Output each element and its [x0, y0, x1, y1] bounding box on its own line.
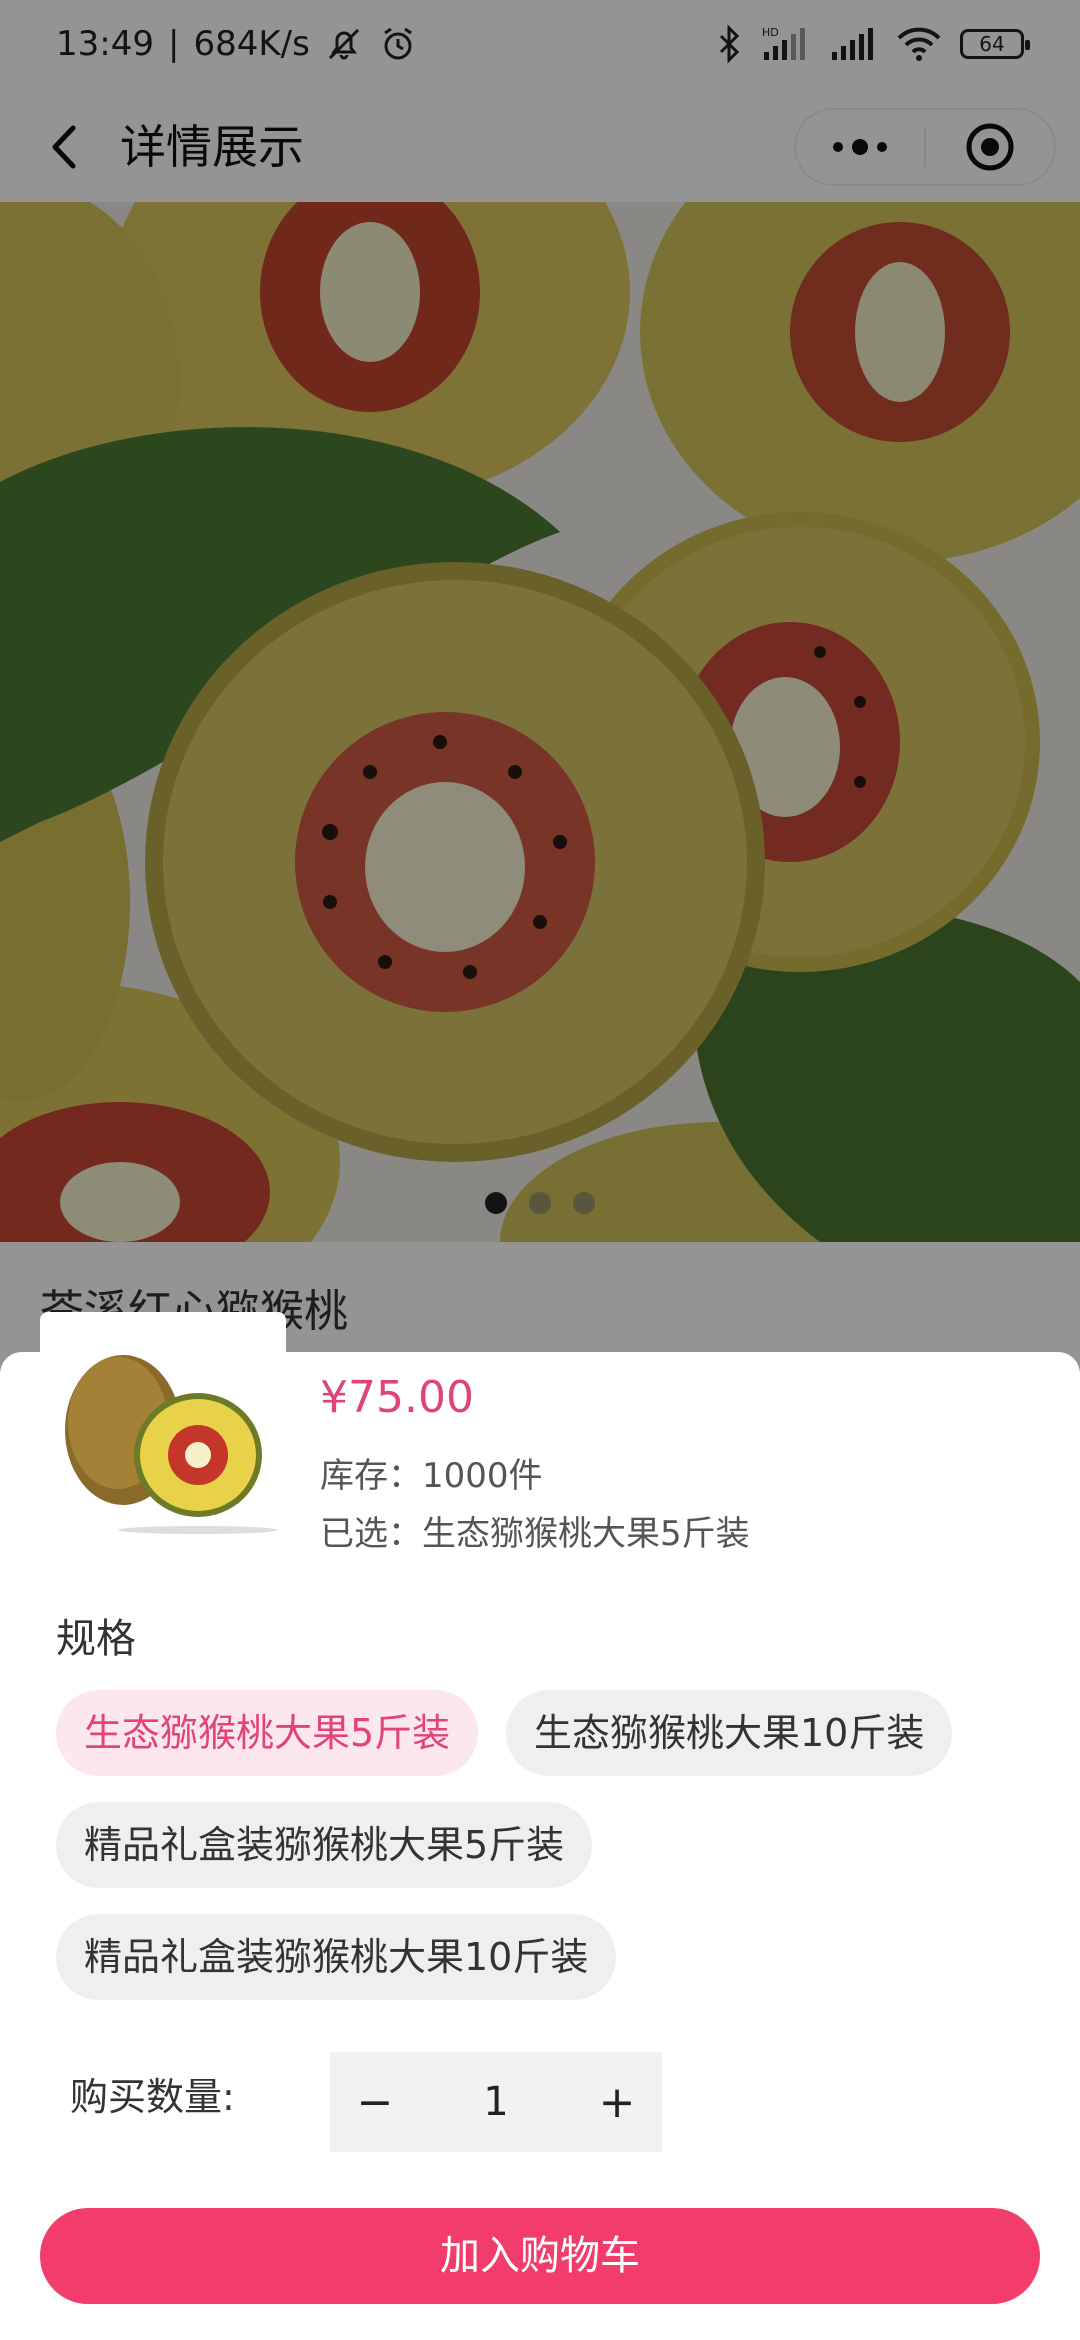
- sku-stock: 库存：1000件: [320, 1456, 543, 1496]
- quantity-label: 购买数量:: [70, 2075, 235, 2119]
- spec-option[interactable]: 生态猕猴桃大果10斤装: [506, 1690, 953, 1776]
- kiwi-thumbnail-image: [65, 1355, 278, 1534]
- sku-selected: 已选：生态猕猴桃大果5斤装: [320, 1514, 750, 1554]
- add-to-cart-button[interactable]: 加入购物车: [40, 2208, 1040, 2304]
- spec-option[interactable]: 精品礼盒装猕猴桃大果10斤装: [56, 1914, 617, 2000]
- sku-thumbnail: [40, 1312, 286, 1558]
- spec-section-title: 规格: [56, 1616, 136, 1662]
- quantity-stepper: − 1 +: [330, 2052, 662, 2152]
- increase-button[interactable]: +: [572, 2052, 662, 2152]
- spec-option[interactable]: 生态猕猴桃大果5斤装: [56, 1690, 479, 1776]
- decrease-button[interactable]: −: [330, 2052, 420, 2152]
- quantity-value[interactable]: 1: [420, 2079, 572, 2125]
- sku-bottom-sheet: ¥75.00 库存：1000件 已选：生态猕猴桃大果5斤装 规格 生态猕猴桃大果…: [0, 1312, 1080, 2340]
- sku-price: ¥75.00: [320, 1372, 474, 1423]
- spec-option[interactable]: 精品礼盒装猕猴桃大果5斤装: [56, 1802, 593, 1888]
